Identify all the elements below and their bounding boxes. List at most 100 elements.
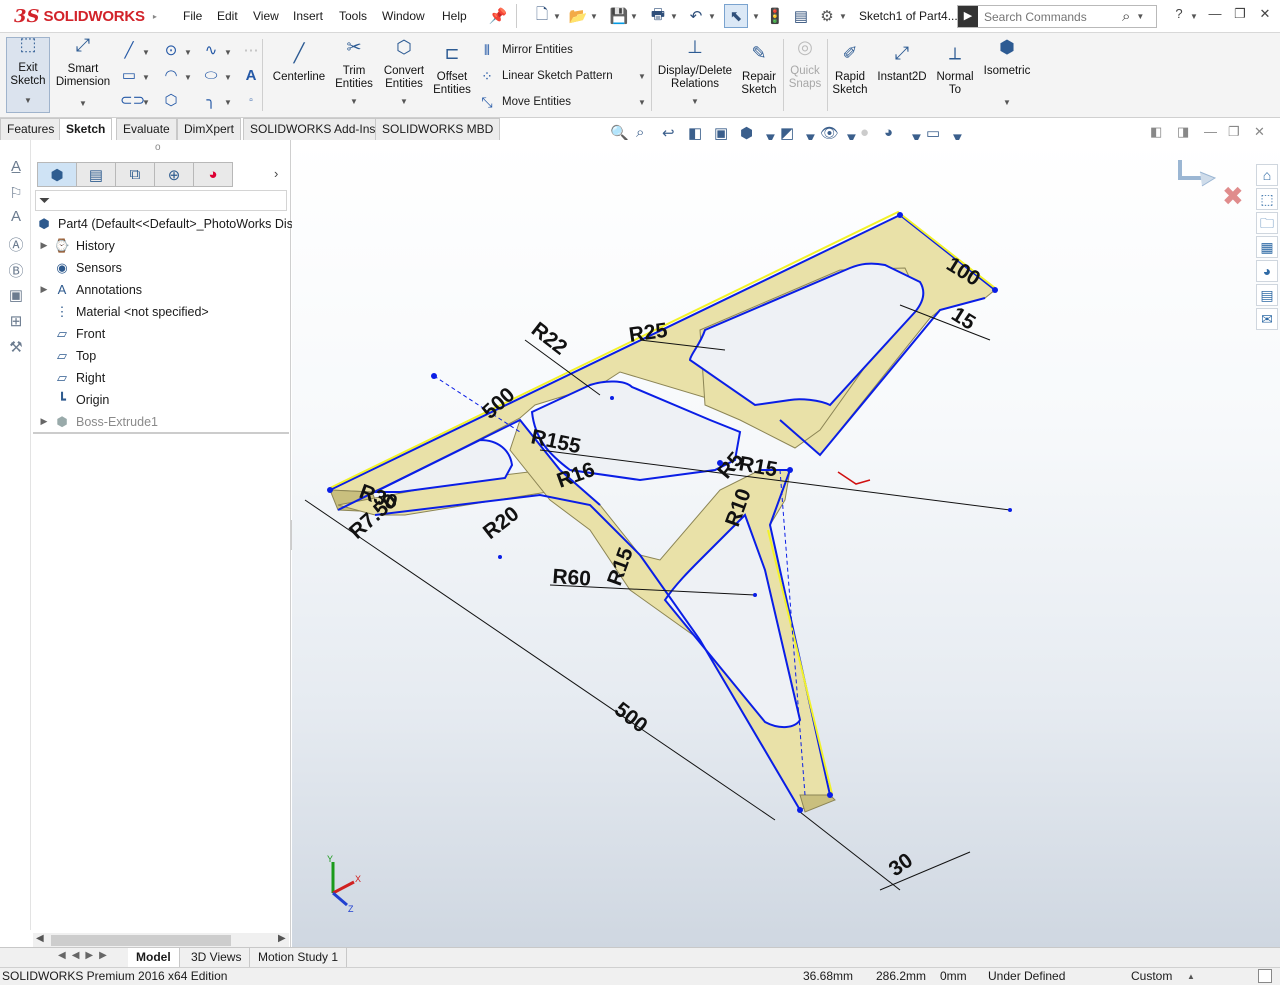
horizontal-scrollbar[interactable]: ◀ ▶ [33,933,289,948]
tab-model[interactable]: Model [128,948,180,967]
isometric-button[interactable]: ⬢ Isometric ▼ [980,38,1034,109]
rapid-sketch-button[interactable]: ✐ Rapid Sketch [830,44,870,97]
sketch-point[interactable] [827,792,833,798]
chevron-down-icon[interactable]: ▼ [752,12,760,21]
file-properties-icon[interactable]: ▤ [791,6,811,26]
new-document-icon[interactable]: 🗋 [532,6,552,26]
sketch-point[interactable] [717,460,723,466]
dimxpert-manager-tab-icon[interactable]: ⊕ [154,162,194,187]
chevron-down-icon[interactable]: ▼ [380,95,428,108]
sketch-point[interactable] [992,287,998,293]
spline-tool-icon[interactable]: ∿ [202,42,220,60]
command-prompt-icon[interactable]: ▶ [958,6,978,27]
forum-icon[interactable]: ✉ [1256,308,1278,330]
tree-item-material[interactable]: ⋮ Material <not specified> [35,301,209,322]
select-pointer-icon[interactable]: ⬉ [724,4,748,28]
arc-tool-icon[interactable]: ◠ [162,67,180,85]
menu-file[interactable]: File [183,9,202,23]
apply-scene-icon[interactable]: ◕ [884,124,893,141]
save-icon[interactable]: 💾 [609,6,629,26]
graphics-area[interactable]: 100 15 R25 R22 500 R155 R15 R30 R7.50 R1… [292,140,1280,947]
scroll-right-icon[interactable]: ▶ [278,933,286,944]
solidworks-resources-icon[interactable]: ⌂ [1256,164,1278,186]
doc-close-icon[interactable]: ✕ [1254,124,1265,140]
tab-scroll-arrows-icon[interactable]: ◀◀▶▶ [58,950,113,961]
feature-tree-tab-icon[interactable]: ⬢ [37,162,77,187]
smart-dimension-icon[interactable]: A̲ [6,158,26,178]
text-tool-icon[interactable]: A [242,67,260,85]
chevron-down-icon[interactable]: ▼ [142,48,150,57]
tab-addins[interactable]: SOLIDWORKS Add-Ins [243,118,383,140]
chevron-down-icon[interactable]: ▼ [655,95,735,108]
normal-to-button[interactable]: ⟂ Normal To [933,44,977,97]
tree-root-part[interactable]: ⬢ Part4 (Default<<Default>_PhotoWorks Di… [35,213,300,234]
sketch-point[interactable] [1008,508,1012,512]
rollback-bar[interactable] [33,432,289,434]
chevron-down-icon[interactable]: ▼ [590,12,598,21]
filter-funnel-icon[interactable]: ⏷ [39,192,50,209]
centerline-button[interactable]: ╱ Centerline [270,44,328,84]
chevron-down-icon[interactable]: ▼ [224,48,232,57]
chevron-down-icon[interactable]: ▼ [54,97,112,110]
print-icon[interactable]: 🖶 [648,6,668,26]
display-icon[interactable]: ▣ [6,286,26,306]
chevron-down-icon[interactable]: ▼ [839,12,847,21]
options-gear-icon[interactable]: ⚙ [817,6,837,26]
move-entities-button[interactable]: ⤡ Move Entities [478,94,571,110]
status-bar-toggle-icon[interactable] [1258,969,1272,983]
tab-sketch[interactable]: Sketch [59,118,113,140]
display-manager-tab-icon[interactable]: ◕ [193,162,233,187]
feature-tree-filter[interactable]: ⏷ [35,190,287,211]
tree-item-right-plane[interactable]: ▱ Right [35,367,105,388]
linear-sketch-pattern-button[interactable]: ⁘ Linear Sketch Pattern [478,68,612,84]
chevron-down-icon[interactable]: ▼ [670,12,678,21]
solidworks-logo[interactable]: 3S SOLIDWORKS ▸ [14,4,157,28]
chevron-down-icon[interactable]: ▼ [1190,12,1198,21]
sketch-fillet-icon[interactable]: ╮ [202,92,220,110]
expand-arrow-icon[interactable]: ▶ [35,284,53,295]
ellipse-tool-icon[interactable]: ⬭ [202,67,220,85]
tab-evaluate[interactable]: Evaluate [116,118,177,140]
instant2d-button[interactable]: ⤢ Instant2D [874,44,930,84]
tab-mbd[interactable]: SOLIDWORKS MBD [375,118,501,140]
tree-item-history[interactable]: ▶ ⌚ History [35,235,115,256]
tile-right-icon[interactable]: ◨ [1177,124,1189,140]
expand-arrow-icon[interactable]: ▶ [35,416,53,427]
chevron-down-icon[interactable]: ▼ [553,12,561,21]
repair-sketch-button[interactable]: ✎ Repair Sketch [738,44,780,97]
balloon-icon[interactable]: Ⓐ [6,234,26,254]
chevron-down-icon[interactable]: ▼ [638,72,646,81]
unit-system-selector[interactable]: Custom [1131,969,1172,983]
chevron-down-icon[interactable]: ▼ [708,12,716,21]
weld-symbol-icon[interactable]: Ⓑ [6,260,26,280]
edit-appearance-icon[interactable]: ● [860,124,869,141]
circle-tool-icon[interactable]: ⊙ [162,42,180,60]
chevron-down-icon[interactable]: ▼ [330,95,378,108]
relations-icon[interactable]: ⚐ [6,184,26,204]
tree-item-boss-extrude1[interactable]: ▶ ⬢ Boss-Extrude1 [35,411,158,432]
panel-grip[interactable]: o [155,142,161,153]
design-library-icon[interactable]: ⬚ [1256,188,1278,210]
pin-icon[interactable]: 📌 [488,6,508,26]
dimension-r60[interactable]: R60 [552,565,592,591]
exit-sketch-button[interactable]: ⬚ Exit Sketch ▼ [6,35,50,113]
grid-icon[interactable]: ⊞ [6,312,26,332]
menu-window[interactable]: Window [382,9,425,23]
chevron-down-icon[interactable]: ▼ [184,48,192,57]
trim-entities-button[interactable]: ✂ Trim Entities ▼ [330,38,378,108]
restore-icon[interactable]: ❐ [1229,6,1251,26]
convert-entities-button[interactable]: ⬡ Convert Entities ▼ [380,38,428,108]
chevron-down-icon[interactable]: ▼ [980,96,1034,109]
chevron-down-icon[interactable]: ▼ [224,73,232,82]
slot-tool-icon[interactable]: ⊂⊃ [120,92,145,110]
appearances-icon[interactable]: ◕ [1256,260,1278,282]
open-folder-icon[interactable]: 📂 [568,6,588,26]
tree-item-origin[interactable]: ┗ Origin [35,389,109,410]
tree-item-annotations[interactable]: ▶ A Annotations [35,279,143,300]
tree-item-front-plane[interactable]: ▱ Front [35,323,105,344]
sketch-point[interactable] [797,807,803,813]
help-icon[interactable]: ? [1168,6,1190,26]
doc-restore-icon[interactable]: ❐ [1228,124,1240,140]
configuration-manager-tab-icon[interactable]: ⧉ [115,162,155,187]
menu-help[interactable]: Help [442,9,467,23]
